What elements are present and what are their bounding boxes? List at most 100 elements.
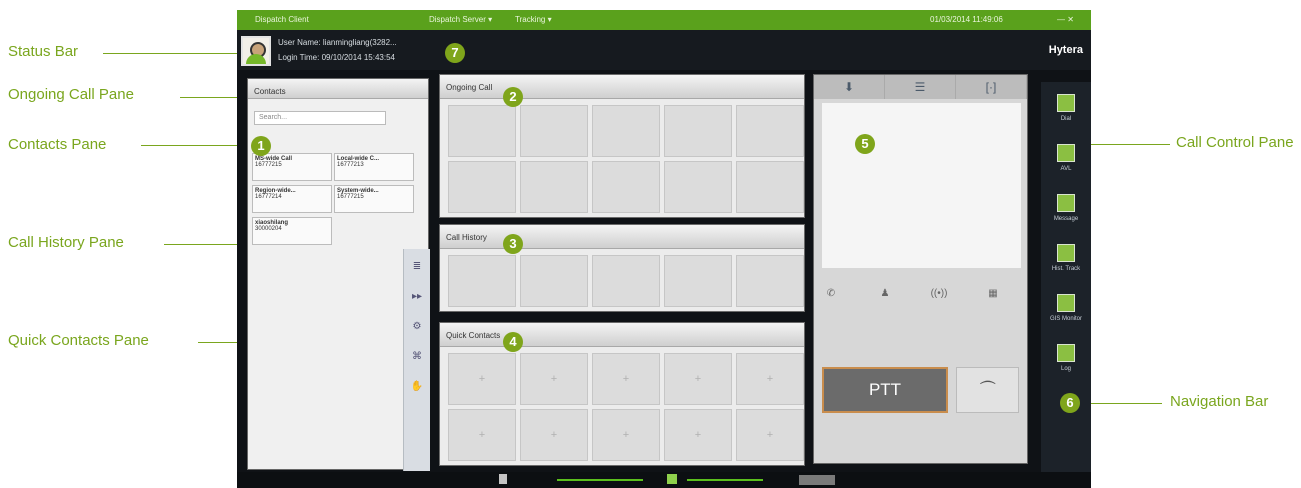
- call-history-pane-cell[interactable]: [520, 255, 588, 307]
- expand-icon[interactable]: ⌘: [410, 351, 424, 365]
- quick-contacts-pane-cell[interactable]: +: [664, 353, 732, 405]
- datetime: 01/03/2014 11:49:06: [930, 15, 1003, 24]
- contacts-pane-callout: Contacts Pane: [8, 136, 107, 153]
- title-bar: Dispatch Client Dispatch Server ▾ Tracki…: [237, 10, 1091, 30]
- badge-5: 5: [855, 134, 875, 154]
- nav-item-hist-track[interactable]: Hist. Track: [1047, 240, 1085, 282]
- badge-7: 7: [445, 43, 465, 63]
- call-history-pane-cell[interactable]: [736, 255, 804, 307]
- ongoing-call-pane-cell[interactable]: [736, 161, 804, 213]
- ongoing-call-pane-cell[interactable]: [664, 105, 732, 157]
- user-avatar: [241, 36, 271, 66]
- private-call-icon[interactable]: ♟: [876, 288, 894, 306]
- control-tab-extra[interactable]: [·]: [956, 75, 1027, 99]
- window-controls[interactable]: — ✕: [1057, 15, 1074, 24]
- quick-contacts-pane-cell[interactable]: +: [592, 409, 660, 461]
- contact-card-4[interactable]: System-wide... 16777215: [334, 185, 414, 213]
- ongoing-call-pane-cell[interactable]: [736, 105, 804, 157]
- ongoing-call-header: Ongoing Call: [440, 75, 804, 99]
- call-history-pane-cell[interactable]: [592, 255, 660, 307]
- dispatch-client-window: Dispatch Client Dispatch Server ▾ Tracki…: [237, 10, 1091, 488]
- add-contact-icon[interactable]: +: [737, 410, 803, 441]
- call-history-pane-cell[interactable]: [664, 255, 732, 307]
- quick-contacts-pane-cell[interactable]: +: [736, 409, 804, 461]
- ongoing-call-pane-cell[interactable]: [448, 105, 516, 157]
- nav-item-dial[interactable]: Dial: [1047, 90, 1085, 132]
- add-contact-icon[interactable]: +: [521, 354, 587, 385]
- ongoing-call-pane-callout: Ongoing Call Pane: [8, 86, 134, 103]
- add-contact-icon[interactable]: +: [665, 354, 731, 385]
- contacts-leader: [141, 145, 241, 146]
- add-contact-icon[interactable]: +: [521, 410, 587, 441]
- tracking-menu[interactable]: Tracking ▾: [515, 15, 552, 24]
- quick-contacts-pane-callout: Quick Contacts Pane: [8, 332, 149, 349]
- microphone-icon[interactable]: [499, 474, 507, 484]
- server-menu[interactable]: Dispatch Server ▾: [429, 15, 492, 24]
- end-call-button[interactable]: ⏜: [956, 367, 1019, 413]
- ongoing-call-pane-cell[interactable]: [520, 105, 588, 157]
- quick-contacts-pane-cell[interactable]: +: [520, 409, 588, 461]
- quick-contacts-pane-cell[interactable]: +: [592, 353, 660, 405]
- badge-3: 3: [503, 234, 523, 254]
- settings-icon[interactable]: ⚙: [410, 321, 424, 335]
- quick-contacts-pane-cell[interactable]: +: [448, 353, 516, 405]
- contacts-pane: Contacts Search... MS-wide Call 16777215 …: [247, 78, 430, 471]
- mic-level[interactable]: [557, 479, 643, 481]
- quick-contacts-pane-cell[interactable]: +: [520, 353, 588, 405]
- broadcast-icon[interactable]: ((•)): [930, 288, 948, 306]
- grid-icon[interactable]: ▦: [984, 288, 1002, 306]
- operator-avatar: [822, 103, 1021, 268]
- control-tab-download[interactable]: ⬇: [814, 75, 885, 99]
- contacts-header: Contacts: [248, 79, 428, 99]
- ongoing-call-pane-cell[interactable]: [592, 161, 660, 213]
- call-control-pane: ⬇ ☰ [·] ✆ ♟ ((•)) ▦ PTT ⏜: [813, 74, 1028, 464]
- quick-contacts-pane-cell[interactable]: +: [736, 353, 804, 405]
- call-history-pane-callout: Call History Pane: [8, 234, 124, 251]
- forward-icon[interactable]: ▸▸: [410, 291, 424, 305]
- navigation-bar: Dial AVL Message Hist. Track GIS Monitor…: [1041, 82, 1091, 472]
- contacts-title: Contacts: [254, 87, 286, 96]
- quick-contacts-pane: Quick Contacts + + + + + + + + + +: [439, 322, 805, 466]
- ongoing-call-pane-cell[interactable]: [520, 161, 588, 213]
- speaker-icon[interactable]: [667, 474, 677, 484]
- quick-contacts-pane-cell[interactable]: +: [448, 409, 516, 461]
- call-history-pane-cell[interactable]: [448, 255, 516, 307]
- add-contact-icon[interactable]: +: [737, 354, 803, 385]
- ptt-button[interactable]: PTT: [822, 367, 948, 413]
- status-bar-callout: Status Bar: [8, 43, 79, 60]
- nav-item-log[interactable]: Log: [1047, 340, 1085, 382]
- login-time: Login Time: 09/10/2014 15:43:54: [278, 53, 395, 62]
- control-tab-list[interactable]: ☰: [885, 75, 956, 99]
- search-input[interactable]: Search...: [254, 111, 386, 125]
- mute-button[interactable]: [799, 475, 835, 485]
- ongoing-call-pane-cell[interactable]: [592, 105, 660, 157]
- bottom-status-bar: [237, 472, 1091, 488]
- add-contact-icon[interactable]: +: [449, 354, 515, 385]
- add-contact-icon[interactable]: +: [449, 410, 515, 441]
- contact-card-1[interactable]: MS-wide Call 16777215: [252, 153, 332, 181]
- contact-card-3[interactable]: Region-wide... 16777214: [252, 185, 332, 213]
- quick-contacts-pane-cell[interactable]: +: [664, 409, 732, 461]
- badge-2: 2: [503, 87, 523, 107]
- call-history-pane: Call History: [439, 224, 805, 312]
- add-contact-icon[interactable]: +: [665, 410, 731, 441]
- ongoing-call-pane-cell[interactable]: [664, 161, 732, 213]
- badge-6: 6: [1060, 393, 1080, 413]
- list-icon[interactable]: ≣: [410, 261, 424, 275]
- app-title: Dispatch Client: [255, 15, 309, 24]
- nav-item-message[interactable]: Message: [1047, 190, 1085, 232]
- group-call-icon[interactable]: ✆: [822, 288, 840, 306]
- add-contact-icon[interactable]: +: [593, 410, 659, 441]
- user-name: User Name: lianmingliang(3282...: [278, 38, 397, 47]
- contact-card-2[interactable]: Local-wide C... 16777213: [334, 153, 414, 181]
- nav-item-gis-monitor[interactable]: GIS Monitor: [1047, 290, 1085, 332]
- hand-icon[interactable]: ✋: [410, 381, 424, 395]
- nav-item-avl[interactable]: AVL: [1047, 140, 1085, 182]
- contact-card-5[interactable]: xiaoshilang 30000204: [252, 217, 332, 245]
- call-control-pane-callout: Call Control Pane: [1176, 134, 1294, 151]
- speaker-level[interactable]: [687, 479, 763, 481]
- ongoing-call-pane-cell[interactable]: [448, 161, 516, 213]
- add-contact-icon[interactable]: +: [593, 354, 659, 385]
- navigation-bar-callout: Navigation Bar: [1170, 393, 1269, 410]
- ongoing-call-pane: Ongoing Call: [439, 74, 805, 218]
